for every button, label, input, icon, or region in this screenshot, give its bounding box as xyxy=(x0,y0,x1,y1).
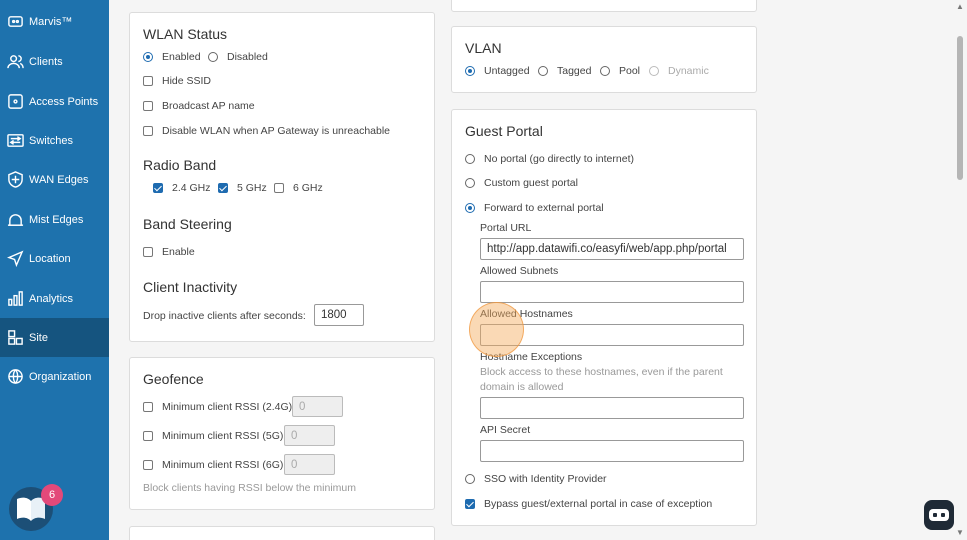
sidebar-item-label: WAN Edges xyxy=(29,173,89,186)
previous-settings-card xyxy=(451,0,757,12)
hide-ssid-checkbox[interactable]: Hide SSID xyxy=(143,75,211,87)
switches-icon xyxy=(6,132,24,150)
allowed-subnets-input[interactable] xyxy=(480,281,744,303)
disable-wlan-checkbox[interactable]: Disable WLAN when AP Gateway is unreacha… xyxy=(143,125,390,137)
vlan-card: VLAN Untagged Tagged Pool Dynamic xyxy=(451,26,757,93)
sidebar-item-label: Site xyxy=(29,331,48,344)
sidebar-item-marvis[interactable]: Marvis™ xyxy=(0,2,109,41)
api-secret-label: API Secret xyxy=(480,424,531,436)
scrollbar-thumb[interactable] xyxy=(957,36,963,180)
rssi-6g-checkbox[interactable]: Minimum client RSSI (6G) xyxy=(143,459,283,471)
sso-radio[interactable]: SSO with Identity Provider xyxy=(465,473,607,485)
custom-portal-radio[interactable]: Custom guest portal xyxy=(465,177,578,189)
hostname-exceptions-hint-line2: domain is allowed xyxy=(480,381,564,393)
scroll-up-arrow-icon[interactable]: ▲ xyxy=(956,2,964,11)
rssi-5g-checkbox[interactable]: Minimum client RSSI (5G) xyxy=(143,430,283,442)
portal-url-input[interactable]: http://app.datawifi.co/easyfi/web/app.ph… xyxy=(480,238,744,260)
main-content: WLAN Status Enabled Disabled Hide SSID B… xyxy=(109,0,967,540)
drop-inactive-label: Drop inactive clients after seconds: xyxy=(143,310,306,322)
rssi-6g-input[interactable]: 0 xyxy=(284,454,335,475)
analytics-icon xyxy=(6,290,24,308)
rssi-24g-input[interactable]: 0 xyxy=(292,396,343,417)
sidebar-item-clients[interactable]: Clients xyxy=(0,42,109,81)
sidebar-item-location[interactable]: Location xyxy=(0,239,109,278)
vlan-dynamic-radio[interactable]: Dynamic xyxy=(649,65,709,77)
vlan-tagged-radio[interactable]: Tagged xyxy=(538,65,591,77)
sidebar-item-label: Clients xyxy=(29,55,63,68)
organization-icon xyxy=(6,368,24,386)
sidebar-item-switches[interactable]: Switches xyxy=(0,121,109,160)
scroll-down-arrow-icon[interactable]: ▼ xyxy=(956,528,964,537)
mist-edges-icon xyxy=(6,211,24,229)
geofence-card: Geofence Minimum client RSSI (2.4G) 0 Mi… xyxy=(129,357,435,510)
band-24ghz-checkbox[interactable]: 2.4 GHz xyxy=(153,182,211,194)
robot-icon xyxy=(929,509,949,521)
geofence-hint: Block clients having RSSI below the mini… xyxy=(143,482,357,494)
sidebar-item-mist-edges[interactable]: Mist Edges xyxy=(0,200,109,239)
vlan-title: VLAN xyxy=(465,40,502,56)
next-settings-card xyxy=(129,526,435,540)
sidebar-item-label: Organization xyxy=(29,370,92,383)
band-6ghz-checkbox[interactable]: 6 GHz xyxy=(274,182,323,194)
client-inactivity-title: Client Inactivity xyxy=(143,279,238,295)
broadcast-ap-name-checkbox[interactable]: Broadcast AP name xyxy=(143,100,255,112)
inactivity-seconds-input[interactable]: 1800 xyxy=(314,304,364,326)
wlan-disabled-radio[interactable]: Disabled xyxy=(208,51,268,63)
allowed-subnets-label: Allowed Subnets xyxy=(480,265,559,277)
site-icon xyxy=(6,329,24,347)
external-portal-radio[interactable]: Forward to external portal xyxy=(465,202,604,214)
click-highlight xyxy=(469,302,524,357)
notification-badge: 6 xyxy=(41,484,63,506)
portal-url-label: Portal URL xyxy=(480,222,532,234)
wlan-settings-card: WLAN Status Enabled Disabled Hide SSID B… xyxy=(129,12,435,342)
api-secret-input[interactable] xyxy=(480,440,744,462)
vlan-untagged-radio[interactable]: Untagged xyxy=(465,65,530,77)
sidebar-item-wan-edges[interactable]: WAN Edges xyxy=(0,160,109,199)
wlan-enabled-radio[interactable]: Enabled xyxy=(143,51,215,63)
access-points-icon xyxy=(6,93,24,111)
sidebar-item-label: Marvis™ xyxy=(29,15,73,28)
sidebar-item-label: Switches xyxy=(29,134,74,147)
no-portal-radio[interactable]: No portal (go directly to internet) xyxy=(465,153,634,165)
band-steering-title: Band Steering xyxy=(143,216,232,232)
radio-band-title: Radio Band xyxy=(143,157,217,173)
bypass-portal-checkbox[interactable]: Bypass guest/external portal in case of … xyxy=(465,498,712,510)
location-icon xyxy=(6,250,24,268)
rssi-5g-input[interactable]: 0 xyxy=(284,425,335,446)
sidebar-item-label: Location xyxy=(29,252,71,265)
sidebar-item-label: Analytics xyxy=(29,292,74,305)
marvis-icon xyxy=(6,13,24,31)
sidebar-item-label: Mist Edges xyxy=(29,213,84,226)
sidebar: Marvis™ Clients Access Points Switches W… xyxy=(0,0,109,540)
rssi-24g-checkbox[interactable]: Minimum client RSSI (2.4G) xyxy=(143,401,292,413)
sidebar-item-organization[interactable]: Organization xyxy=(0,357,109,396)
vlan-pool-radio[interactable]: Pool xyxy=(600,65,640,77)
sidebar-item-label: Access Points xyxy=(29,95,99,108)
geofence-title: Geofence xyxy=(143,371,204,387)
band-steering-enable-checkbox[interactable]: Enable xyxy=(143,246,195,258)
clients-icon xyxy=(6,53,24,71)
band-5ghz-checkbox[interactable]: 5 GHz xyxy=(218,182,267,194)
sidebar-item-site[interactable]: Site xyxy=(0,318,109,357)
marvis-chat-button[interactable] xyxy=(924,500,954,530)
hostname-exceptions-input[interactable] xyxy=(480,397,744,419)
wan-edges-icon xyxy=(6,171,24,189)
sidebar-item-access-points[interactable]: Access Points xyxy=(0,82,109,121)
hostname-exceptions-hint-line1: Block access to these hostnames, even if… xyxy=(480,366,723,378)
sidebar-item-analytics[interactable]: Analytics xyxy=(0,279,109,318)
wlan-status-title: WLAN Status xyxy=(143,26,228,42)
guest-portal-title: Guest Portal xyxy=(465,123,543,139)
